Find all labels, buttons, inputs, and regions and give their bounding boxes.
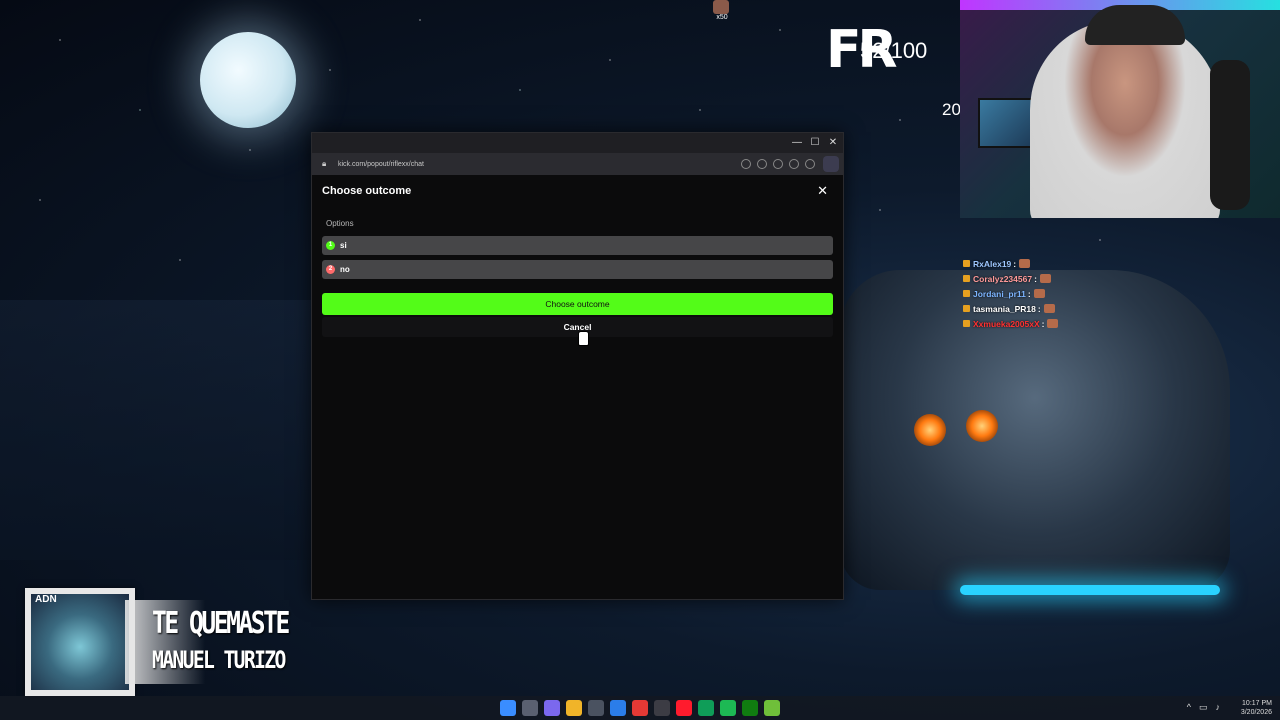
chat-username: RxAlex19 <box>973 258 1012 269</box>
chat-separator: : <box>1027 288 1031 299</box>
option-no[interactable]: 2 no <box>322 260 833 279</box>
chat-line: RxAlex19: <box>963 256 1083 271</box>
album-art-image <box>31 594 129 690</box>
chat-username: tasmania_PR18 <box>973 303 1036 314</box>
xbox-icon[interactable] <box>742 700 758 716</box>
modal-title: Choose outcome <box>322 185 412 197</box>
microphone <box>1210 60 1250 210</box>
acrobat-icon[interactable] <box>632 700 648 716</box>
chat-username: Coralyz234567 <box>973 273 1033 284</box>
minimize-icon[interactable]: — <box>789 136 805 150</box>
chat-badge-icon <box>963 260 970 267</box>
start-icon[interactable] <box>500 700 516 716</box>
chat-badge-icon <box>963 320 970 327</box>
option-index-badge: 1 <box>326 241 335 250</box>
chevron-up-icon[interactable]: ^ <box>1187 702 1191 713</box>
score-counter: 52/100 <box>860 38 928 63</box>
modal-content: Choose outcome ✕ Options 1 si 2 no Choos… <box>312 175 843 337</box>
chat-line: Xxmueka2005xX: <box>963 316 1083 331</box>
chat-emote-icon <box>1043 304 1055 313</box>
streamer-cap <box>1085 5 1185 45</box>
system-tray: ^ ▭ ♪ <box>1187 702 1220 713</box>
opera-icon[interactable] <box>676 700 692 716</box>
address-tools <box>741 159 815 169</box>
option-si[interactable]: 1 si <box>322 236 833 255</box>
album-art-tag: ADN <box>35 594 57 605</box>
folder-icon[interactable] <box>566 700 582 716</box>
chat-app-icon[interactable] <box>544 700 560 716</box>
chat-emote-icon <box>1047 319 1059 328</box>
chat-emote-icon <box>1033 289 1045 298</box>
minecraft-icon[interactable] <box>764 700 780 716</box>
chat-badge-icon <box>963 305 970 312</box>
edge-icon[interactable] <box>698 700 714 716</box>
taskbar: ^ ▭ ♪ 10:17 PM 3/20/2026 <box>0 696 1280 720</box>
emote-count: x50 <box>716 14 728 21</box>
chat-separator: : <box>1034 273 1037 284</box>
volume-icon[interactable]: ♪ <box>1216 702 1221 713</box>
tracking-icon[interactable] <box>757 159 767 169</box>
chat-line: Jordani_pr11: <box>963 286 1083 301</box>
choose-outcome-button[interactable]: Choose outcome <box>322 293 833 315</box>
song-title: TE QUEMASTE <box>152 606 290 641</box>
car-tail-light-right <box>966 410 998 442</box>
share-icon[interactable] <box>789 159 799 169</box>
url-text[interactable]: kick.com/popout/riflexx/chat <box>338 161 424 168</box>
chat-badge-icon <box>963 275 970 282</box>
car-underglow <box>960 585 1220 595</box>
search-icon[interactable] <box>522 700 538 716</box>
chat-emote-icon <box>1019 259 1031 268</box>
network-icon[interactable]: ▭ <box>1199 702 1208 713</box>
chat-username: Jordani_pr11 <box>973 288 1026 299</box>
extensions-icon[interactable] <box>773 159 783 169</box>
chat-separator: : <box>1037 303 1041 314</box>
spotify-icon[interactable] <box>720 700 736 716</box>
mouse-cursor-icon <box>578 331 589 346</box>
album-art: ADN <box>25 588 135 696</box>
profile-icon[interactable] <box>823 156 839 172</box>
chat-separator: : <box>1013 258 1017 269</box>
chat-separator: : <box>1041 318 1045 329</box>
side-counter: 20 <box>942 100 961 119</box>
song-artist: MANUEL TURIZO <box>152 646 286 674</box>
chat-username: Xxmueka2005xX <box>973 318 1040 329</box>
score-overlay: FR 52/100 <box>826 20 946 80</box>
taskbar-icons <box>500 700 780 716</box>
background-city <box>0 300 320 560</box>
browser-popout-window: — ☐ ✕ 🔒︎ kick.com/popout/riflexx/chat Ch… <box>311 132 844 600</box>
streamer <box>1030 20 1220 218</box>
chat-overlay: RxAlex19: Coralyz234567: Jordani_pr11: tasm… <box>963 256 1083 331</box>
background-moon <box>200 32 296 128</box>
clock[interactable]: 10:17 PM 3/20/2026 <box>1241 699 1272 717</box>
option-label: no <box>340 265 350 274</box>
calculator-icon[interactable] <box>588 700 604 716</box>
chat-emote-icon <box>1039 274 1051 283</box>
terminal-icon[interactable] <box>654 700 670 716</box>
zoom-icon[interactable] <box>741 159 751 169</box>
download-icon[interactable] <box>805 159 815 169</box>
car-tail-light-left <box>914 414 946 446</box>
maximize-icon[interactable]: ☐ <box>807 136 823 150</box>
chat-line: tasmania_PR18: <box>963 301 1083 316</box>
modal-header: Choose outcome ✕ <box>322 175 833 207</box>
address-bar[interactable]: 🔒︎ kick.com/popout/riflexx/chat <box>312 153 843 175</box>
chat-badge-icon <box>963 290 970 297</box>
window-titlebar: — ☐ ✕ <box>312 133 843 153</box>
options-label: Options <box>326 219 354 228</box>
top-emote: x50 <box>713 0 731 21</box>
close-icon[interactable]: ✕ <box>817 183 828 199</box>
option-index-badge: 2 <box>326 265 335 274</box>
lock-icon: 🔒︎ <box>322 159 327 168</box>
now-playing: ADN TE QUEMASTE MANUEL TURIZO <box>25 588 315 696</box>
clock-time: 10:17 PM <box>1242 700 1272 707</box>
app-icon[interactable] <box>610 700 626 716</box>
emote-icon <box>713 0 729 14</box>
chat-line: Coralyz234567: <box>963 271 1083 286</box>
close-window-icon[interactable]: ✕ <box>825 136 841 150</box>
webcam-feed <box>960 0 1280 218</box>
option-label: si <box>340 241 347 250</box>
clock-date: 3/20/2026 <box>1240 709 1272 716</box>
